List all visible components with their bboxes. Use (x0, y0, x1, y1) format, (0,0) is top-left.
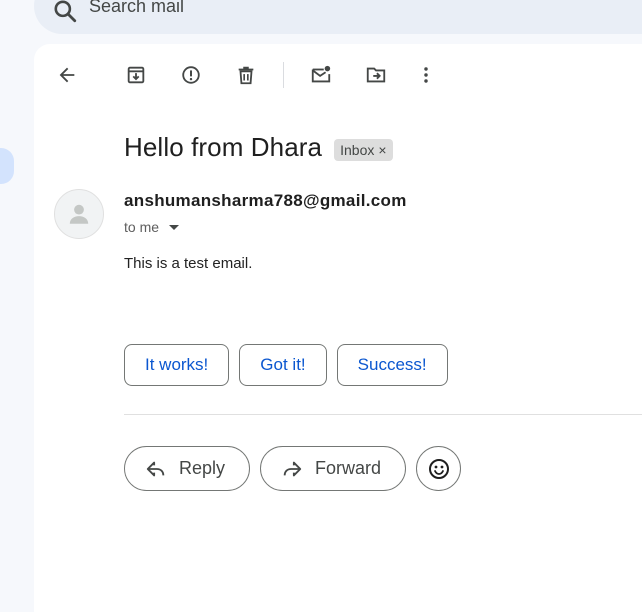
reply-label: Reply (179, 458, 226, 478)
person-icon (69, 204, 89, 224)
delete-button[interactable] (228, 57, 264, 93)
message-panel: Hello from Dhara Inbox × anshumansharma7… (34, 44, 642, 612)
move-to-button[interactable] (358, 57, 394, 93)
arrow-back-icon (59, 67, 75, 83)
archive-icon (127, 66, 145, 84)
recipient-label: to me (124, 219, 160, 235)
divider (124, 414, 642, 415)
emoji-reaction-button[interactable] (416, 446, 462, 491)
trash-icon (238, 66, 254, 85)
nav-indicator[interactable] (0, 148, 14, 184)
forward-icon (283, 461, 302, 476)
reply-icon (146, 461, 165, 476)
toolbar-divider (283, 62, 284, 88)
emoji-icon (428, 458, 449, 479)
more-options-button[interactable] (408, 57, 444, 93)
smart-reply-button[interactable]: Success! (336, 344, 448, 386)
report-spam-button[interactable] (173, 57, 209, 93)
search-icon[interactable] (52, 0, 78, 24)
recipient-details-chevron-down-icon[interactable] (169, 224, 180, 230)
search-bar[interactable]: Search mail (34, 0, 642, 34)
smart-replies: It works! Got it! Success! (124, 344, 448, 386)
email-subject: Hello from Dhara (124, 132, 323, 162)
more-vert-icon (424, 67, 428, 83)
report-spam-icon (182, 66, 200, 84)
reply-button[interactable]: Reply (124, 446, 251, 491)
label-chip-text: Inbox (340, 141, 375, 158)
label-remove-icon[interactable]: × (378, 142, 386, 158)
label-chip-inbox[interactable]: Inbox × (334, 138, 393, 161)
archive-button[interactable] (118, 57, 154, 93)
email-body: This is a test email. (124, 255, 253, 272)
back-button[interactable] (49, 57, 85, 93)
search-input[interactable]: Search mail (89, 0, 184, 17)
forward-button[interactable]: Forward (260, 446, 407, 491)
recipient-line: to me (124, 219, 180, 235)
reply-actions: Reply Forward (124, 446, 462, 491)
forward-label: Forward (315, 458, 382, 478)
mark-unread-icon (311, 65, 331, 83)
move-to-folder-icon (366, 67, 386, 83)
smart-reply-button[interactable]: Got it! (239, 344, 327, 386)
avatar[interactable] (54, 189, 104, 239)
mark-unread-button[interactable] (303, 57, 339, 93)
sender-email[interactable]: anshumansharma788@gmail.com (124, 191, 407, 211)
subject-row: Hello from Dhara Inbox × (124, 132, 393, 163)
smart-reply-button[interactable]: It works! (124, 344, 230, 386)
